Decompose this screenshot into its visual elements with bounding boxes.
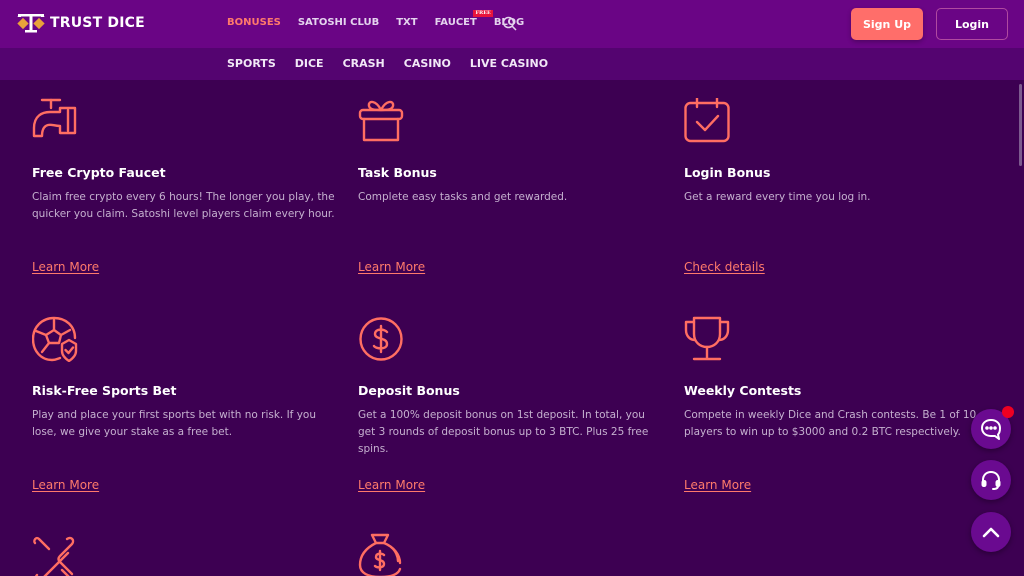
check-details-link[interactable]: Check details xyxy=(684,260,765,274)
sign-up-button[interactable]: Sign Up xyxy=(851,8,923,40)
card-title: Risk-Free Sports Bet xyxy=(32,383,177,398)
card-title: Free Crypto Faucet xyxy=(32,165,166,180)
notification-dot xyxy=(1002,406,1014,418)
card-description: Get a reward every time you log in. xyxy=(684,191,871,203)
subnav-crash[interactable]: CRASH xyxy=(343,57,385,70)
bonus-card-sports: Risk-Free Sports Bet Play and place your… xyxy=(32,316,332,506)
calendar-check-icon xyxy=(684,98,730,143)
chat-icon xyxy=(981,419,1001,440)
nav-satoshi-club[interactable]: SATOSHI CLUB xyxy=(298,17,379,28)
subnav-casino[interactable]: CASINO xyxy=(404,57,451,70)
bonus-card-faucet: Free Crypto Faucet Claim free crypto eve… xyxy=(32,98,335,288)
logo-scale-icon xyxy=(17,14,45,33)
subnav-sports[interactable]: SPORTS xyxy=(227,57,276,70)
card-description: Play and place your first sports bet wit… xyxy=(32,409,317,438)
main-nav: BONUSES SATOSHI CLUB TXT FAUCET FREE BLOG xyxy=(227,10,541,28)
card-description: Compete in weekly Dice and Crash contest… xyxy=(684,409,977,438)
money-bag-icon xyxy=(358,533,402,576)
learn-more-link[interactable]: Learn More xyxy=(32,260,99,274)
card-title: Task Bonus xyxy=(358,165,437,180)
card-title: Login Bonus xyxy=(684,165,771,180)
faucet-icon xyxy=(32,98,77,138)
gift-icon xyxy=(358,100,404,142)
page-scrollbar[interactable] xyxy=(1019,84,1022,166)
bonus-card-login: Login Bonus Get a reward every time you … xyxy=(684,98,984,288)
bonus-card-contests: Weekly Contests Compete in weekly Dice a… xyxy=(684,316,984,506)
multiplier-x-icon xyxy=(33,536,75,576)
login-button[interactable]: Login xyxy=(936,8,1008,40)
search-icon[interactable] xyxy=(502,16,517,35)
logo-text: TRUST DICE xyxy=(50,15,145,31)
nav-faucet[interactable]: FAUCET FREE xyxy=(434,10,493,28)
logo[interactable]: TRUST DICE xyxy=(16,11,145,35)
learn-more-link[interactable]: Learn More xyxy=(684,478,751,492)
card-description: Claim free crypto every 6 hours! The lon… xyxy=(32,191,335,220)
scroll-top-button[interactable] xyxy=(971,512,1011,552)
subnav-live-casino[interactable]: LIVE CASINO xyxy=(470,57,548,70)
card-title: Weekly Contests xyxy=(684,383,802,398)
soccer-ball-shield-icon xyxy=(32,316,78,362)
bonus-card-deposit: Deposit Bonus Get a 100% deposit bonus o… xyxy=(358,316,658,506)
support-button[interactable] xyxy=(971,460,1011,500)
nav-bonuses[interactable]: BONUSES xyxy=(227,17,281,28)
card-title: Deposit Bonus xyxy=(358,383,460,398)
bonus-card-task: Task Bonus Complete easy tasks and get r… xyxy=(358,98,658,288)
card-description: Get a 100% deposit bonus on 1st deposit.… xyxy=(358,409,649,455)
learn-more-link[interactable]: Learn More xyxy=(358,260,425,274)
nav-faucet-label: FAUCET xyxy=(434,17,477,28)
trophy-icon xyxy=(684,316,730,361)
free-badge: FREE xyxy=(473,10,493,17)
nav-txt[interactable]: TXT xyxy=(396,17,417,28)
dollar-circle-icon xyxy=(359,317,403,361)
headset-icon xyxy=(981,470,1001,490)
game-nav: SPORTS DICE CRASH CASINO LIVE CASINO xyxy=(227,57,567,70)
learn-more-link[interactable]: Learn More xyxy=(358,478,425,492)
learn-more-link[interactable]: Learn More xyxy=(32,478,99,492)
subnav-dice[interactable]: DICE xyxy=(295,57,324,70)
card-description: Complete easy tasks and get rewarded. xyxy=(358,191,568,203)
chevron-up-icon xyxy=(982,527,1000,538)
